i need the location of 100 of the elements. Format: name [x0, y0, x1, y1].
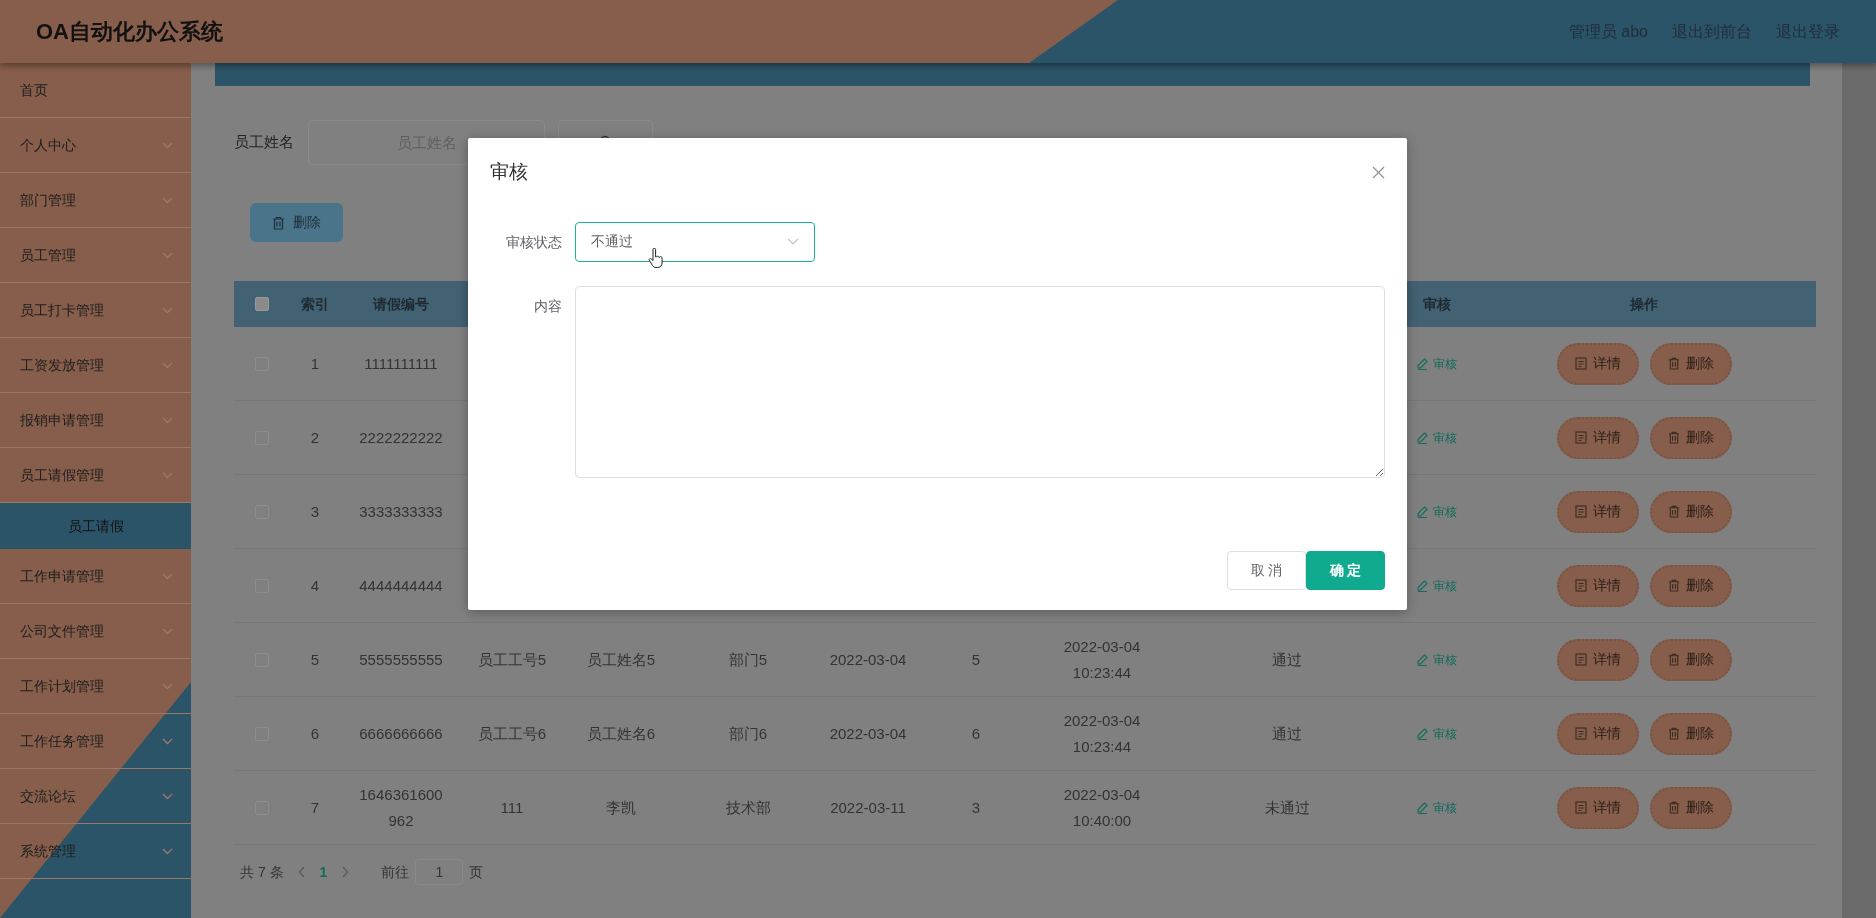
sidebar-item[interactable]: 个人中心: [0, 118, 191, 173]
review-link[interactable]: 审核: [1417, 724, 1457, 743]
sidebar-item[interactable]: 报销申请管理: [0, 393, 191, 448]
table-cell-text: 2022-03-04 10:23:44: [1062, 710, 1142, 757]
page-input[interactable]: 1: [415, 859, 464, 885]
edit-icon: [1417, 357, 1428, 370]
field-label: 审核状态: [505, 232, 563, 252]
content-textarea[interactable]: [575, 285, 1385, 478]
document-icon: [1574, 653, 1587, 666]
review-link[interactable]: 审核: [1417, 650, 1457, 669]
document-icon: [1574, 505, 1587, 518]
detail-button[interactable]: 详情: [1556, 712, 1639, 755]
table-cell-text: 2222222222: [359, 427, 443, 448]
detail-button[interactable]: 详情: [1556, 342, 1639, 385]
chevron-down-icon: [162, 306, 173, 314]
delete-button[interactable]: 删除: [1649, 342, 1732, 385]
sidebar-item[interactable]: 公司文件管理: [0, 604, 191, 659]
table-cell-text: 3: [310, 501, 320, 522]
sidebar-item[interactable]: 工作任务管理: [0, 714, 191, 769]
next-page-icon[interactable]: [341, 866, 350, 878]
table-cell-text: 6: [310, 723, 320, 744]
chevron-down-icon: [162, 141, 173, 149]
delete-button[interactable]: 删除: [1649, 786, 1732, 829]
delete-button[interactable]: 删除: [1649, 712, 1732, 755]
column-header: 审核: [1422, 294, 1452, 314]
trash-icon: [1667, 357, 1680, 370]
page-number[interactable]: 1: [319, 861, 328, 883]
column-header: 操作: [1629, 294, 1659, 314]
edit-icon: [1417, 801, 1428, 814]
sidebar-subitem[interactable]: 员工请假: [0, 503, 191, 549]
table-cell-text: 6: [971, 723, 981, 744]
sidebar-item[interactable]: 首页: [0, 63, 191, 118]
sidebar-item[interactable]: 部门管理: [0, 173, 191, 228]
table-cell-text: 1111111111: [364, 353, 438, 374]
chevron-down-icon: [787, 238, 799, 245]
table-cell-text: 2022-03-11: [830, 797, 906, 818]
review-link[interactable]: 审核: [1417, 798, 1457, 817]
trash-icon: [1667, 653, 1680, 666]
table-cell-text: 3: [971, 797, 981, 818]
delete-button[interactable]: 删除: [1649, 564, 1732, 607]
close-icon[interactable]: [1372, 165, 1385, 179]
trash-icon: [1667, 727, 1680, 740]
document-icon: [1574, 801, 1587, 814]
table-cell-text: 2022-03-04: [829, 723, 907, 744]
table-cell-text: 5555555555: [359, 649, 443, 670]
table-cell-text: 技术部: [725, 797, 771, 818]
table-cell-text: 2: [310, 427, 320, 448]
table-cell-text: 部门5: [728, 649, 768, 670]
detail-button[interactable]: 详情: [1556, 490, 1639, 533]
detail-button[interactable]: 详情: [1556, 786, 1639, 829]
edit-icon: [1417, 505, 1428, 518]
table-cell-text: 6666666666: [359, 723, 443, 744]
chevron-down-icon: [162, 251, 173, 259]
table-cell-text: 员工工号5: [477, 649, 547, 670]
review-link[interactable]: 审核: [1417, 354, 1457, 373]
checkbox[interactable]: [255, 297, 269, 311]
chevron-down-icon: [162, 572, 173, 580]
scroll-bar[interactable]: [1842, 63, 1876, 918]
chevron-down-icon: [162, 682, 173, 690]
review-link[interactable]: 审核: [1417, 576, 1457, 595]
app-title: OA自动化办公系统: [36, 18, 223, 46]
sidebar-item[interactable]: 交流论坛: [0, 769, 191, 824]
cancel-button[interactable]: 取 消: [1227, 551, 1306, 590]
table-cell-text: 李凯: [606, 797, 636, 818]
table-cell-text: 5: [310, 649, 320, 670]
table-cell-text: 通过: [1272, 649, 1302, 670]
sidebar-item[interactable]: 员工管理: [0, 228, 191, 283]
detail-button[interactable]: 详情: [1556, 416, 1639, 459]
table-cell-text: 1646361600962: [359, 784, 443, 831]
table-cell-text: 7: [310, 797, 320, 818]
delete-button[interactable]: 删除: [1649, 416, 1732, 459]
edit-icon: [1417, 431, 1428, 444]
table-cell-text: 2022-03-04: [829, 649, 907, 670]
detail-button[interactable]: 详情: [1556, 638, 1639, 681]
field-label: 内容: [533, 296, 563, 316]
confirm-button[interactable]: 确 定: [1306, 551, 1385, 590]
table-cell-text: 4: [310, 575, 320, 596]
table-cell-text: 通过: [1272, 723, 1302, 744]
review-link[interactable]: 审核: [1417, 502, 1457, 521]
column-header: 请假编号: [372, 294, 430, 314]
sidebar-item[interactable]: 员工打卡管理: [0, 283, 191, 338]
review-link[interactable]: 审核: [1417, 428, 1457, 447]
previous-page-icon[interactable]: [297, 866, 306, 878]
chevron-down-icon: [162, 792, 173, 800]
edit-icon: [1417, 653, 1428, 666]
chevron-down-icon: [162, 196, 173, 204]
delete-button[interactable]: 删除: [1649, 638, 1732, 681]
table-cell-text: 3333333333: [359, 501, 443, 522]
document-icon: [1574, 579, 1587, 592]
table-cell-text: 111: [500, 797, 524, 818]
delete-button[interactable]: 删除: [250, 203, 343, 242]
delete-button[interactable]: 删除: [1649, 490, 1732, 533]
sidebar-item[interactable]: 工资发放管理: [0, 338, 191, 393]
sidebar-item[interactable]: 工作申请管理: [0, 549, 191, 604]
table-cell-text: 员工姓名6: [586, 723, 656, 744]
edit-icon: [1417, 727, 1428, 740]
chevron-down-icon: [162, 737, 173, 745]
page-suffix: 页: [469, 862, 484, 882]
sidebar-item[interactable]: 工作计划管理: [0, 659, 191, 714]
detail-button[interactable]: 详情: [1556, 564, 1639, 607]
